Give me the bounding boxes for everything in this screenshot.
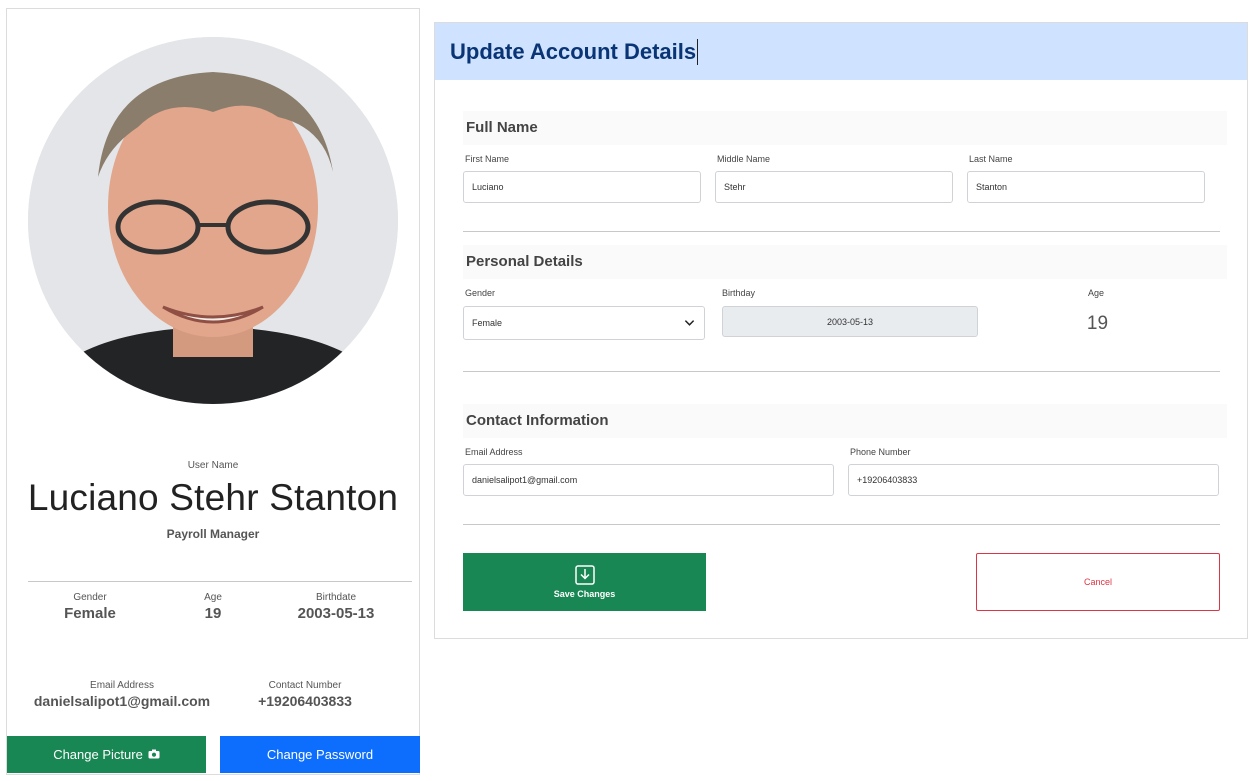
gender-select[interactable]: Female	[463, 306, 705, 340]
contact-section-title: Contact Information	[463, 404, 1227, 438]
change-picture-label: Change Picture	[53, 747, 143, 762]
download-icon	[574, 565, 595, 585]
gender-select-value: Female	[472, 318, 503, 328]
section-divider	[463, 524, 1220, 525]
profile-email-value: danielsalipot1@gmail.com	[33, 693, 211, 709]
profile-age: Age 19	[183, 592, 243, 622]
profile-gender: Gender Female	[45, 592, 135, 622]
birthday-label: Birthday	[722, 288, 756, 298]
change-password-button[interactable]: Change Password	[220, 736, 420, 773]
last-name-input[interactable]: Stanton	[967, 171, 1205, 203]
form-header: Update Account Details	[435, 23, 1247, 80]
first-name-label: First Name	[465, 154, 510, 164]
camera-icon	[148, 747, 160, 762]
phone-input[interactable]: +19206403833	[848, 464, 1219, 496]
profile-email-label: Email Address	[90, 680, 154, 691]
cancel-button[interactable]: Cancel	[976, 553, 1220, 611]
profile-age-value: 19	[204, 605, 222, 622]
email-input[interactable]: danielsalipot1@gmail.com	[463, 464, 834, 496]
middle-name-input[interactable]: Stehr	[715, 171, 953, 203]
last-name-label: Last Name	[969, 154, 1013, 164]
profile-gender-label: Gender	[73, 592, 107, 603]
save-changes-label: Save Changes	[553, 589, 616, 599]
profile-full-name: Luciano Stehr Stanton	[27, 477, 399, 518]
profile-birthdate: Birthdate 2003-05-13	[279, 592, 393, 622]
age-value: 19	[1086, 313, 1109, 334]
username-label: User Name	[187, 460, 239, 471]
email-label: Email Address	[465, 447, 523, 457]
update-account-form: Update Account Details Full Name First N…	[434, 22, 1248, 639]
section-divider	[463, 371, 1220, 372]
age-label: Age	[1088, 288, 1105, 298]
profile-age-label: Age	[204, 592, 222, 603]
full-name-section-title: Full Name	[463, 111, 1227, 145]
first-name-input[interactable]: Luciano	[463, 171, 701, 203]
profile-position: Payroll Manager	[166, 527, 260, 541]
birthday-input[interactable]: 2003-05-13	[722, 306, 978, 337]
middle-name-label: Middle Name	[717, 154, 771, 164]
save-changes-button[interactable]: Save Changes	[463, 553, 706, 611]
profile-contact: Contact Number +19206403833	[245, 680, 365, 709]
profile-card: User Name Luciano Stehr Stanton Payroll …	[6, 8, 420, 775]
change-picture-button[interactable]: Change Picture	[7, 736, 206, 773]
personal-details-section-title: Personal Details	[463, 245, 1227, 279]
profile-avatar	[28, 37, 398, 404]
section-divider	[463, 231, 1220, 232]
chevron-down-icon	[684, 320, 695, 326]
profile-birthdate-label: Birthdate	[315, 592, 357, 603]
profile-email: Email Address danielsalipot1@gmail.com	[27, 680, 217, 709]
profile-birthdate-value: 2003-05-13	[297, 605, 375, 622]
profile-contact-value: +19206403833	[258, 693, 352, 709]
profile-divider	[28, 581, 412, 582]
form-title: Update Account Details	[450, 38, 697, 64]
phone-label: Phone Number	[850, 447, 911, 457]
profile-gender-value: Female	[64, 605, 116, 622]
gender-label: Gender	[465, 288, 496, 298]
profile-contact-label: Contact Number	[268, 680, 342, 691]
avatar-image	[28, 37, 398, 404]
text-caret	[697, 38, 699, 65]
